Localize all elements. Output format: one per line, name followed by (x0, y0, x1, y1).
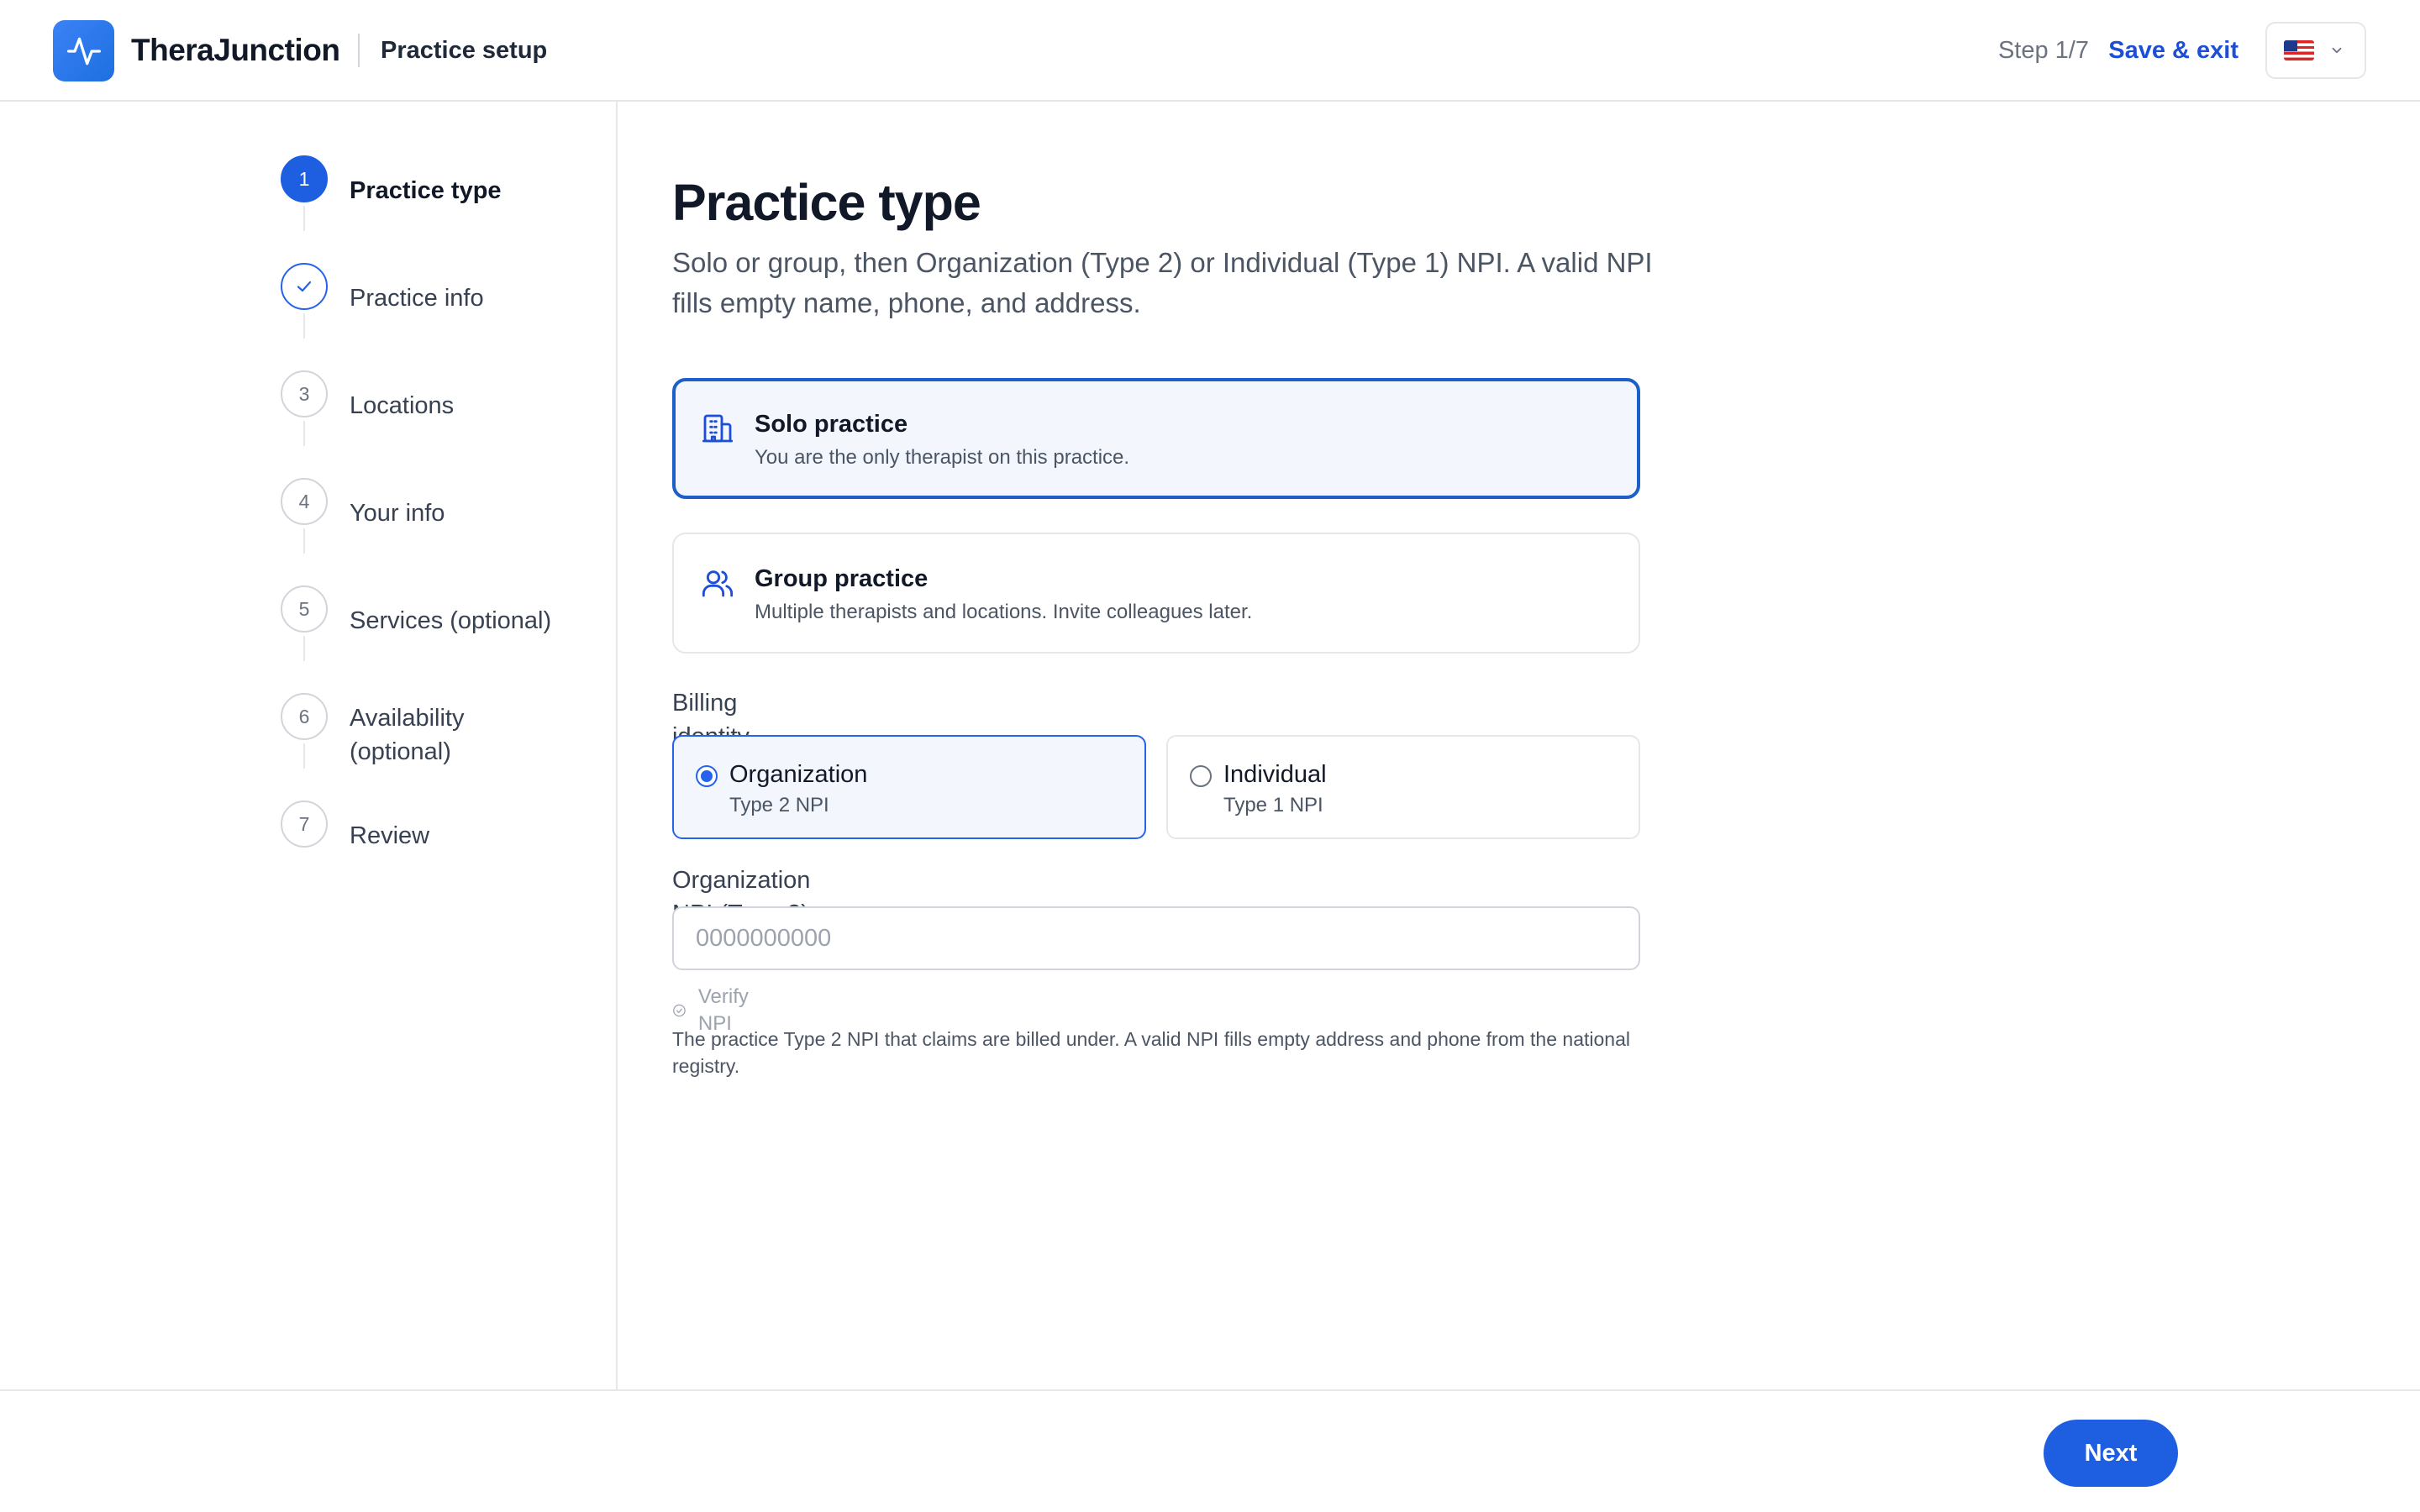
check-circle-icon (673, 1004, 686, 1017)
page-description: Solo or group, then Organization (Type 2… (672, 247, 1653, 318)
page-title: Practice type (672, 174, 981, 231)
step-connector (303, 636, 305, 661)
us-flag-icon (2284, 40, 2314, 60)
group-practice-card[interactable]: Group practice Multiple therapists and l… (672, 533, 1640, 654)
option-subtitle: Type 2 NPI (729, 794, 829, 816)
step-label: Review (350, 822, 430, 849)
step-number: 1 (281, 155, 328, 202)
step-number: 5 (281, 585, 328, 633)
step-connector (303, 421, 305, 446)
step-number: 6 (281, 693, 328, 740)
top-header: TheraJunction Practice setup Step 1/7 Sa… (0, 0, 2420, 102)
step-indicator: Step 1/7 (1997, 37, 2089, 64)
brand-name: TheraJunction (131, 33, 340, 67)
step-label: Your info (350, 500, 445, 527)
option-title: Organization (729, 761, 868, 788)
step-number: 4 (281, 478, 328, 525)
step-connector (303, 206, 305, 231)
step-number: 3 (281, 370, 328, 417)
save-exit-link[interactable]: Save & exit (2108, 34, 2238, 67)
card-description: Multiple therapists and locations. Invit… (755, 601, 1253, 623)
card-description: You are the only therapist on this pract… (755, 446, 1130, 469)
card-title: Group practice (755, 565, 929, 592)
npi-input[interactable] (672, 906, 1640, 970)
header-subtitle: Practice setup (381, 37, 548, 64)
step-label: Locations (350, 392, 455, 419)
card-title: Solo practice (755, 411, 908, 438)
step-label: Availability (optional) (350, 705, 465, 765)
check-icon (281, 263, 328, 310)
billing-individual-option[interactable]: Individual Type 1 NPI (1166, 735, 1640, 839)
solo-practice-card[interactable]: Solo practice You are the only therapist… (672, 378, 1640, 499)
billing-organization-option[interactable]: Organization Type 2 NPI (672, 735, 1146, 839)
individual-radio[interactable] (1190, 765, 1212, 787)
step-label: Practice type (350, 177, 502, 204)
step-label: Services (optional) (350, 607, 552, 634)
step-connector (303, 313, 305, 339)
npi-help-text: The practice Type 2 NPI that claims are … (672, 1028, 1630, 1077)
pulse-logo-icon (53, 20, 114, 81)
language-select[interactable] (2265, 22, 2366, 79)
option-subtitle: Type 1 NPI (1223, 794, 1323, 816)
step-connector (303, 528, 305, 554)
steps-sidebar: 1 Practice type Practice info 3 Location… (0, 102, 618, 1389)
step-label: Practice info (350, 285, 484, 312)
bottom-footer: Next (0, 1389, 2420, 1512)
step-number: 7 (281, 801, 328, 848)
header-divider (358, 34, 360, 67)
next-button[interactable]: Next (2044, 1420, 2178, 1487)
chevron-down-icon (2332, 47, 2342, 54)
organization-radio[interactable] (696, 765, 718, 787)
step-connector (303, 743, 305, 769)
users-icon (702, 570, 734, 597)
option-title: Individual (1223, 761, 1327, 788)
building-icon (702, 414, 734, 443)
